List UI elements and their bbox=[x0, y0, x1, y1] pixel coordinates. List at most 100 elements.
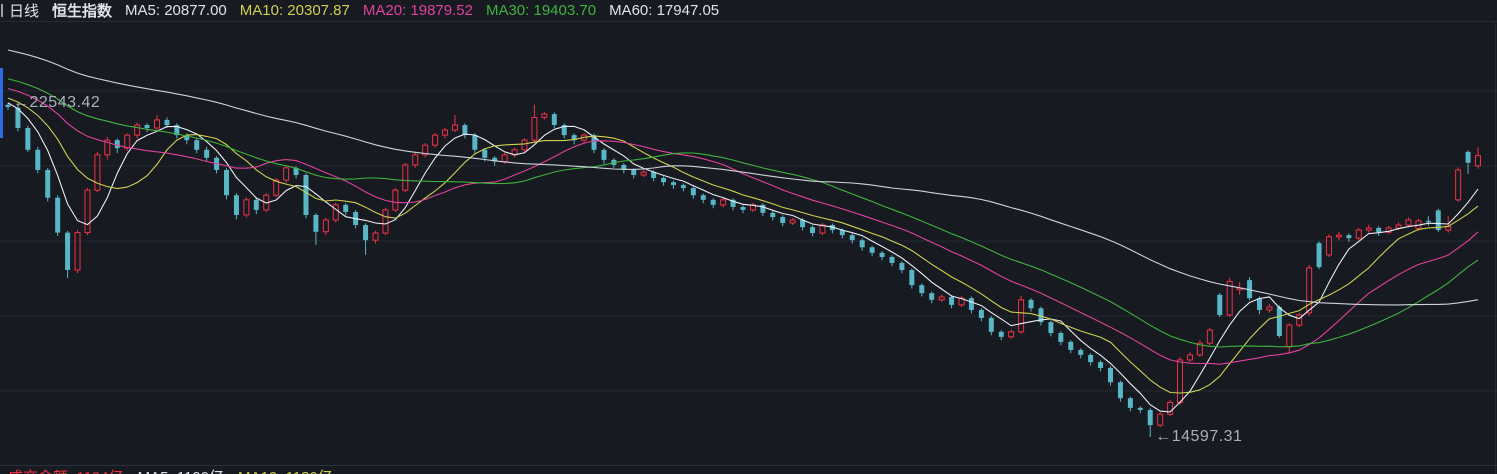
candle[interactable] bbox=[601, 148, 606, 164]
candle[interactable] bbox=[25, 126, 30, 152]
candle[interactable] bbox=[701, 194, 706, 204]
candle[interactable] bbox=[1227, 278, 1232, 317]
candle[interactable] bbox=[721, 198, 726, 208]
candle[interactable] bbox=[254, 198, 259, 214]
candle[interactable] bbox=[1356, 228, 1361, 240]
candle[interactable] bbox=[681, 183, 686, 191]
candle[interactable] bbox=[780, 215, 785, 226]
candle[interactable] bbox=[731, 198, 736, 210]
candle[interactable] bbox=[1267, 304, 1272, 312]
candle[interactable] bbox=[443, 128, 448, 139]
candle[interactable] bbox=[1476, 147, 1481, 168]
candle[interactable] bbox=[1138, 406, 1143, 413]
candle[interactable] bbox=[790, 218, 795, 225]
candle[interactable] bbox=[1128, 397, 1133, 412]
candle[interactable] bbox=[343, 203, 348, 215]
candle[interactable] bbox=[363, 223, 368, 255]
candle[interactable] bbox=[552, 112, 557, 128]
candle[interactable] bbox=[204, 147, 209, 162]
candle[interactable] bbox=[1019, 296, 1024, 334]
candle[interactable] bbox=[1386, 226, 1391, 234]
candle[interactable] bbox=[1247, 277, 1252, 300]
candle[interactable] bbox=[1118, 381, 1123, 402]
candle[interactable] bbox=[1078, 348, 1083, 358]
candle[interactable] bbox=[989, 316, 994, 335]
candle[interactable] bbox=[1058, 331, 1063, 345]
candle[interactable] bbox=[671, 180, 676, 188]
candle[interactable] bbox=[691, 186, 696, 198]
candle[interactable] bbox=[1158, 412, 1163, 427]
candle[interactable] bbox=[562, 123, 567, 138]
candle[interactable] bbox=[85, 188, 90, 235]
candle[interactable] bbox=[1297, 313, 1302, 327]
candlestick-chart[interactable] bbox=[0, 0, 1497, 474]
candle[interactable] bbox=[1197, 340, 1202, 357]
candle[interactable] bbox=[95, 152, 100, 192]
candle[interactable] bbox=[1088, 353, 1093, 365]
candle[interactable] bbox=[423, 143, 428, 157]
candle[interactable] bbox=[860, 238, 865, 250]
candle[interactable] bbox=[75, 230, 80, 273]
candle[interactable] bbox=[135, 122, 140, 138]
candle[interactable] bbox=[641, 170, 646, 177]
candle[interactable] bbox=[532, 105, 537, 143]
candle[interactable] bbox=[462, 123, 467, 138]
candle[interactable] bbox=[1098, 360, 1103, 371]
candle[interactable] bbox=[1277, 305, 1282, 337]
candle[interactable] bbox=[433, 133, 438, 148]
candle[interactable] bbox=[770, 211, 775, 220]
candle[interactable] bbox=[154, 115, 159, 130]
candle[interactable] bbox=[1376, 226, 1381, 236]
candle[interactable] bbox=[244, 197, 249, 217]
candle[interactable] bbox=[373, 231, 378, 244]
candle[interactable] bbox=[45, 168, 50, 202]
candle[interactable] bbox=[850, 233, 855, 243]
candle[interactable] bbox=[542, 112, 547, 120]
candle[interactable] bbox=[1068, 340, 1073, 353]
period-label[interactable]: 日线 bbox=[9, 0, 39, 21]
candle[interactable] bbox=[1048, 320, 1053, 336]
candle[interactable] bbox=[214, 156, 219, 173]
candle[interactable] bbox=[1009, 330, 1014, 339]
candle[interactable] bbox=[1426, 216, 1431, 226]
candle[interactable] bbox=[1406, 217, 1411, 227]
candle[interactable] bbox=[1168, 400, 1173, 416]
candle[interactable] bbox=[929, 291, 934, 303]
candle[interactable] bbox=[830, 223, 835, 233]
candle[interactable] bbox=[1336, 232, 1341, 240]
candle[interactable] bbox=[1327, 234, 1332, 257]
candle[interactable] bbox=[452, 115, 457, 132]
candle[interactable] bbox=[284, 166, 289, 183]
candle[interactable] bbox=[105, 137, 110, 160]
candle[interactable] bbox=[711, 198, 716, 208]
candle[interactable] bbox=[333, 203, 338, 223]
candle[interactable] bbox=[1148, 408, 1153, 437]
candle[interactable] bbox=[661, 176, 666, 185]
candle[interactable] bbox=[1029, 298, 1034, 311]
candle[interactable] bbox=[35, 147, 40, 173]
candle[interactable] bbox=[522, 138, 527, 152]
candle[interactable] bbox=[880, 251, 885, 260]
candle[interactable] bbox=[621, 163, 626, 173]
candle[interactable] bbox=[1287, 323, 1292, 353]
candle[interactable] bbox=[303, 173, 308, 218]
candle[interactable] bbox=[1456, 167, 1461, 201]
candle[interactable] bbox=[741, 205, 746, 213]
candle[interactable] bbox=[145, 123, 150, 132]
candle[interactable] bbox=[313, 213, 318, 245]
candle[interactable] bbox=[750, 203, 755, 212]
candle[interactable] bbox=[1207, 328, 1212, 345]
candle[interactable] bbox=[194, 138, 199, 153]
candle[interactable] bbox=[939, 295, 944, 302]
candle[interactable] bbox=[224, 168, 229, 200]
candle[interactable] bbox=[1108, 366, 1113, 385]
candle[interactable] bbox=[323, 218, 328, 235]
candle[interactable] bbox=[1178, 357, 1183, 404]
candle[interactable] bbox=[1436, 209, 1441, 233]
candle[interactable] bbox=[512, 148, 517, 158]
candle[interactable] bbox=[969, 296, 974, 313]
candle[interactable] bbox=[1317, 241, 1322, 269]
candle[interactable] bbox=[870, 246, 875, 257]
candle[interactable] bbox=[889, 255, 894, 266]
candle[interactable] bbox=[1466, 150, 1471, 174]
